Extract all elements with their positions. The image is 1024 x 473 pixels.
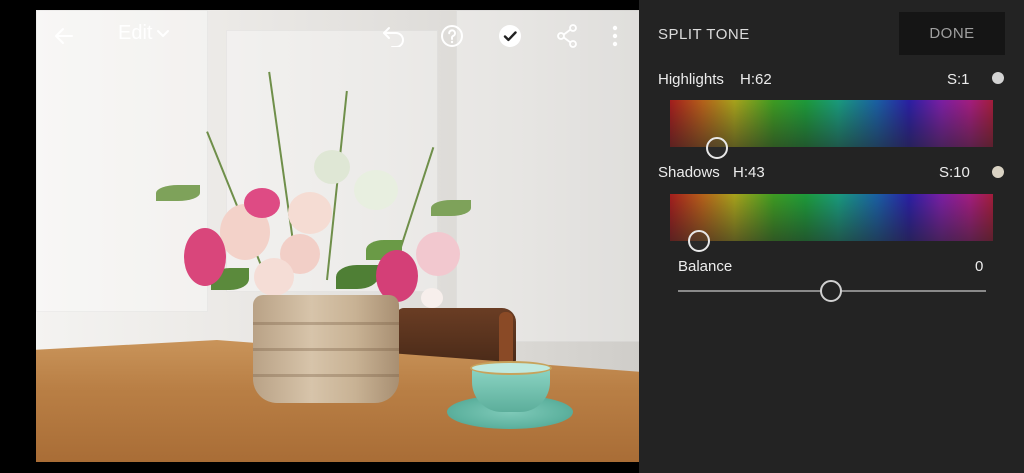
split-tone-panel: SPLIT TONE DONE Highlights H:62 S:1 Shad… [639,0,1024,473]
help-button[interactable] [438,22,466,50]
hue-gradient [670,194,993,241]
more-options-button[interactable] [606,22,624,50]
apply-button[interactable] [496,22,524,50]
highlights-color-swatch[interactable] [992,72,1004,84]
rose-flower [416,232,460,276]
highlights-hue-value: H:62 [740,71,772,88]
check-icon [499,25,521,47]
top-toolbar: Edit [36,10,639,60]
shadows-saturation-value: S:10 [939,164,970,181]
panel-title: SPLIT TONE [658,26,750,43]
more-vertical-icon [612,25,618,47]
highlights-label: Highlights [658,71,724,88]
leaf [156,185,200,201]
rose-flower [254,258,294,296]
leaf [336,265,378,289]
chevron-down-icon [157,29,170,37]
pink-flower [244,188,280,218]
rose-flower [288,192,332,234]
teacup-rim [470,361,552,375]
shadows-hue-saturation-picker[interactable] [670,194,993,241]
back-arrow-icon [55,28,73,44]
highlights-saturation-value: S:1 [947,71,970,88]
share-button[interactable] [555,22,579,50]
undo-icon [383,27,404,47]
white-flower [421,288,443,308]
edit-mode-selector[interactable]: Edit [118,22,170,45]
shadows-hue-value: H:43 [733,164,765,181]
shadows-color-swatch[interactable] [992,166,1004,178]
balance-label: Balance [678,258,733,275]
shadows-picker-knob[interactable] [688,230,710,252]
help-icon [441,25,463,47]
white-flower-cluster [354,170,398,210]
edit-mode-label: Edit [118,22,153,44]
vase-ring [253,374,399,377]
highlights-picker-knob[interactable] [706,137,728,159]
balance-slider-thumb[interactable] [820,280,842,302]
vase-ring [253,348,399,351]
photo-canvas[interactable] [36,10,639,462]
done-button[interactable]: DONE [899,12,1005,55]
back-button[interactable] [50,22,78,50]
balance-value: 0 [975,258,984,275]
leaf [431,200,471,216]
undo-button[interactable] [379,22,409,50]
shadows-label: Shadows [658,164,720,181]
pink-flower [184,228,226,286]
white-flower-cluster [314,150,350,184]
vase-ring [253,322,399,325]
share-icon [557,24,577,48]
